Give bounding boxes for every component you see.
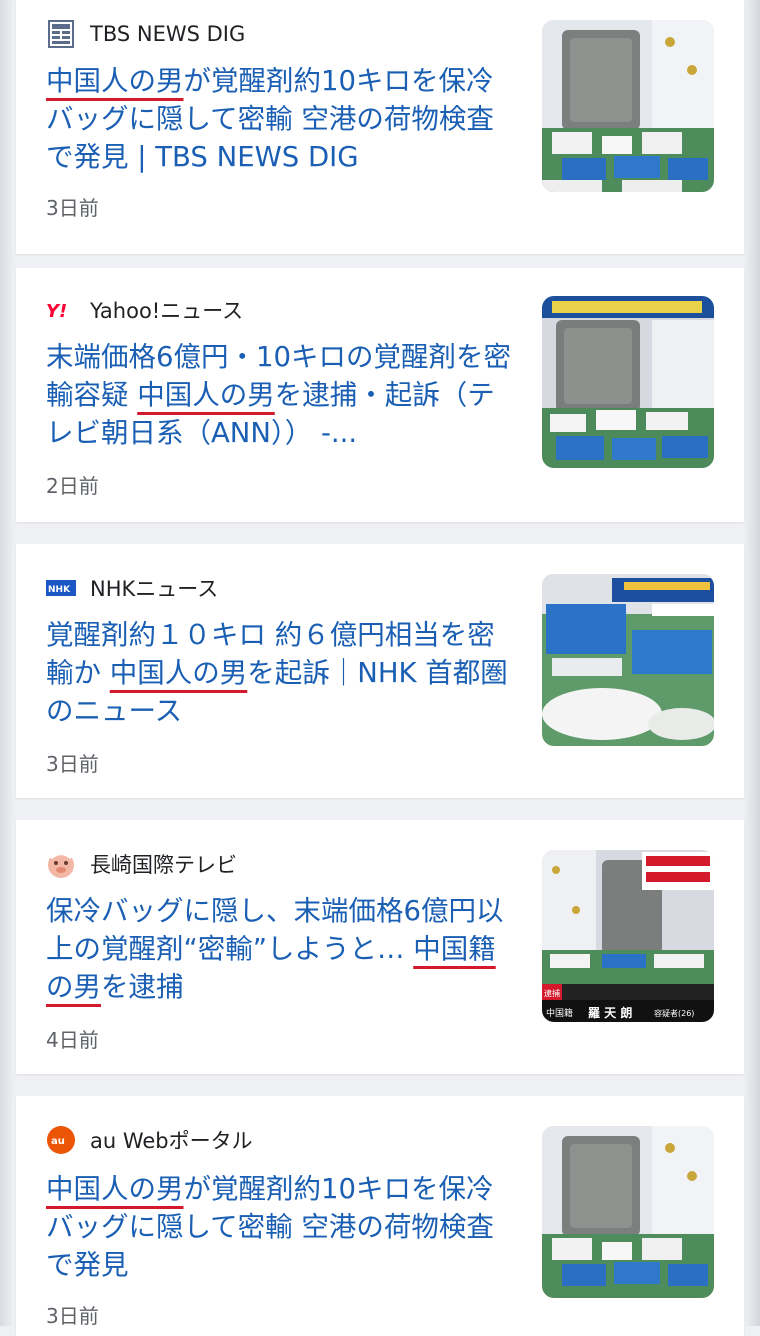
tv-caption-prefix: 逮捕 <box>544 988 560 998</box>
published-age: 4日前 <box>46 1028 99 1052</box>
headline-link[interactable]: 中国人の男が覚醒剤約10キロを保冷バッグに隠して密輸 空港の荷物検査で発見 <box>46 1170 516 1284</box>
headline-highlight: 中国人の男 <box>109 657 248 689</box>
article-thumbnail[interactable] <box>542 1126 714 1298</box>
news-card-2[interactable]: Y! Yahoo!ニュース 末端価格6億円・10キロの覚醒剤を密輸容疑 中国人の… <box>16 268 744 522</box>
source-name: TBS NEWS DIG <box>90 22 246 46</box>
headline-text: を逮捕 <box>101 971 184 1003</box>
right-edge-shadow <box>744 0 760 1326</box>
svg-text:NHK: NHK <box>48 585 71 595</box>
nhk-icon: NHK <box>46 573 76 603</box>
headline-link[interactable]: 保冷バッグに隠し、末端価格6億円以上の覚醒剤“密輸”しようと… 中国籍の男を逮捕 <box>46 892 516 1006</box>
published-age: 2日前 <box>46 474 99 498</box>
nagasaki-tv-icon <box>46 849 76 879</box>
source-row: Y! Yahoo!ニュース <box>46 294 243 326</box>
headline-link[interactable]: 中国人の男が覚醒剤約10キロを保冷バッグに隠して密輸 空港の荷物検査で発見 | … <box>46 62 516 176</box>
headline-link[interactable]: 末端価格6億円・10キロの覚醒剤を密輸容疑 中国人の男を逮捕・起訴（テレビ朝日系… <box>46 338 516 452</box>
news-card-1[interactable]: TBS NEWS DIG 中国人の男が覚醒剤約10キロを保冷バッグに隠して密輸 … <box>16 0 744 254</box>
tbs-news-dig-icon <box>46 19 76 49</box>
published-age: 3日前 <box>46 196 99 220</box>
source-row: NHK NHKニュース <box>46 572 218 604</box>
source-row: TBS NEWS DIG <box>46 18 245 50</box>
published-age: 3日前 <box>46 752 99 776</box>
source-name: Yahoo!ニュース <box>90 299 244 323</box>
svg-text:au: au <box>51 1136 65 1147</box>
svg-text:Y!: Y! <box>46 301 67 320</box>
tv-caption-name: 羅 天 朗 <box>588 1005 632 1020</box>
headline-highlight: 中国人の男 <box>137 379 275 411</box>
source-name: NHKニュース <box>90 577 219 601</box>
source-row: au au Webポータル <box>46 1124 253 1156</box>
article-thumbnail[interactable] <box>542 296 714 468</box>
tv-caption-country: 中国籍 <box>546 1007 573 1019</box>
left-edge-shadow <box>0 0 14 1326</box>
source-name: 長崎国際テレビ <box>90 853 237 877</box>
news-card-3[interactable]: NHK NHKニュース 覚醒剤約１０キロ 約６億円相当を密輸か 中国人の男を起訴… <box>16 544 744 798</box>
headline-highlight: 中国人の男 <box>46 1173 184 1205</box>
headline-highlight: 中国人の男 <box>46 65 184 97</box>
source-row: 長崎国際テレビ <box>46 848 237 880</box>
au-web-portal-icon: au <box>46 1125 76 1155</box>
article-thumbnail[interactable] <box>542 574 714 746</box>
yahoo-icon: Y! <box>46 295 76 325</box>
tv-caption-suffix: 容疑者(26) <box>654 1008 694 1018</box>
article-thumbnail[interactable]: 逮捕 中国籍 羅 天 朗 容疑者(26) <box>542 850 714 1022</box>
article-thumbnail[interactable] <box>542 20 714 192</box>
source-name: au Webポータル <box>90 1129 253 1153</box>
news-card-4[interactable]: 長崎国際テレビ 保冷バッグに隠し、末端価格6億円以上の覚醒剤“密輸”しようと… … <box>16 820 744 1074</box>
headline-link[interactable]: 覚醒剤約１０キロ 約６億円相当を密輸か 中国人の男を起訴｜NHK 首都圏のニュー… <box>46 616 516 730</box>
news-card-5[interactable]: au au Webポータル 中国人の男が覚醒剤約10キロを保冷バッグに隠して密輸… <box>16 1096 744 1336</box>
news-feed: TBS NEWS DIG 中国人の男が覚醒剤約10キロを保冷バッグに隠して密輸 … <box>0 0 760 1336</box>
published-age: 3日前 <box>46 1304 99 1328</box>
